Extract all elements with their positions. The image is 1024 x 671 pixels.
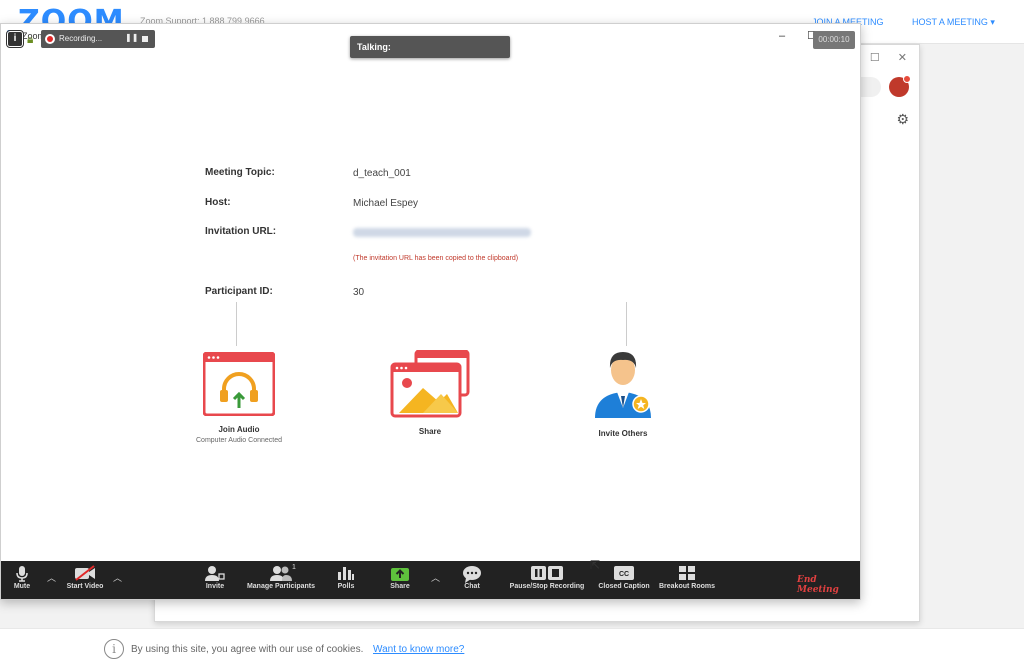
audio-options-caret-icon[interactable]: ︿ — [47, 571, 56, 584]
video-options-caret-icon[interactable]: ︿ — [113, 571, 122, 584]
clipboard-note: (The invitation URL has been copied to t… — [353, 255, 519, 262]
meeting-toolbar: Mute ︿ Start Video ︿ Invite 1 Manage Par… — [1, 561, 860, 599]
end-meeting-button[interactable]: End Meeting — [797, 575, 860, 595]
minimize-button[interactable]: – — [772, 27, 792, 45]
caption-icon: CC — [595, 561, 653, 583]
cookie-text: By using this site, you agree with our u… — [131, 644, 364, 655]
bg-maximize-icon[interactable]: ☐ — [870, 51, 880, 64]
bg-window-controls: ☐ ✕ — [870, 51, 907, 64]
record-dot-icon — [45, 34, 55, 44]
pause-stop-icon — [501, 561, 593, 583]
invite-others-action[interactable]: Invite Others — [581, 348, 665, 438]
breakout-rooms-icon — [655, 561, 719, 583]
share-action[interactable]: Share — [387, 349, 473, 436]
participant-count: 1 — [292, 564, 296, 571]
invite-button[interactable]: Invite — [201, 561, 229, 599]
headphones-icon — [202, 351, 276, 417]
microphone-icon — [7, 561, 37, 583]
bg-close-icon[interactable]: ✕ — [898, 51, 907, 64]
closed-caption-label: Closed Caption — [598, 583, 650, 590]
mouse-cursor-icon: ⇱ — [590, 558, 601, 572]
lock-icon[interactable]: 🔒︎ — [27, 31, 39, 47]
recording-indicator: Recording... ❚❚ — [41, 30, 155, 48]
meeting-topic-value: d_teach_001 — [353, 168, 411, 179]
share-screen-icon — [390, 349, 470, 418]
host-value: Michael Espey — [353, 198, 419, 209]
info-icon: i — [104, 639, 124, 659]
polls-icon — [333, 561, 359, 583]
share-label-toolbar: Share — [390, 583, 410, 590]
share-screen-button[interactable]: Share — [385, 561, 415, 599]
invite-person-icon — [595, 352, 651, 418]
breakout-rooms-button[interactable]: Breakout Rooms — [655, 561, 719, 599]
host-label: Host: — [205, 197, 231, 208]
share-label: Share — [418, 427, 442, 436]
participant-id-value: 30 — [353, 287, 365, 298]
invite-others-label: Invite Others — [598, 429, 648, 438]
meeting-info-button[interactable]: i — [6, 30, 24, 48]
cookie-more-link[interactable]: Want to know more? — [373, 644, 464, 655]
participants-icon — [241, 561, 321, 583]
join-audio-action[interactable]: Join Audio Computer Audio Connected — [181, 351, 297, 444]
participant-id-label: Participant ID: — [205, 286, 273, 297]
chat-icon — [457, 561, 487, 583]
start-video-label: Start Video — [66, 583, 104, 590]
breakout-rooms-label: Breakout Rooms — [658, 583, 715, 590]
manage-participants-label: Manage Participants — [246, 583, 316, 590]
gear-icon[interactable]: ⚙ — [896, 111, 909, 128]
notification-dot — [903, 75, 911, 83]
cookie-bar: i By using this site, you agree with our… — [0, 628, 1024, 671]
recording-control-label: Pause/Stop Recording — [509, 583, 585, 590]
stop-recording-icon[interactable] — [142, 36, 148, 42]
connector-lines — [236, 302, 627, 346]
chat-button[interactable]: Chat — [457, 561, 487, 599]
talking-indicator: Talking: — [350, 36, 510, 58]
add-person-icon — [201, 561, 229, 583]
mute-label: Mute — [13, 583, 31, 590]
join-audio-label: Join Audio — [218, 425, 260, 434]
host-meeting-link[interactable]: HOST A MEETING ▾ — [912, 17, 995, 28]
recording-label: Recording... — [59, 34, 103, 43]
invitation-url-label: Invitation URL: — [205, 226, 277, 237]
pause-recording-icon[interactable]: ❚❚ — [125, 33, 138, 42]
share-screen-toolbar-icon — [385, 561, 415, 583]
pause-stop-recording-button[interactable]: Pause/Stop Recording — [501, 561, 593, 599]
start-video-button[interactable]: Start Video — [61, 561, 109, 599]
closed-caption-button[interactable]: CC Closed Caption — [595, 561, 653, 599]
mute-button[interactable]: Mute — [7, 561, 37, 599]
zoom-meeting-window: Zoom Meeting – ☐ ✕ i 🔒︎ Recording... ❚❚ … — [0, 23, 861, 600]
invitation-url-redacted[interactable] — [353, 228, 531, 237]
polls-button[interactable]: Polls — [333, 561, 359, 599]
video-off-icon — [61, 561, 109, 583]
meeting-topic-label: Meeting Topic: — [205, 167, 275, 178]
audio-status: Computer Audio Connected — [196, 437, 282, 444]
meeting-timer: 00:00:10 — [813, 31, 855, 49]
share-options-caret-icon[interactable]: ︿ — [431, 571, 440, 584]
manage-participants-button[interactable]: 1 Manage Participants — [241, 561, 321, 599]
caption-cc-text: CC — [619, 571, 629, 578]
